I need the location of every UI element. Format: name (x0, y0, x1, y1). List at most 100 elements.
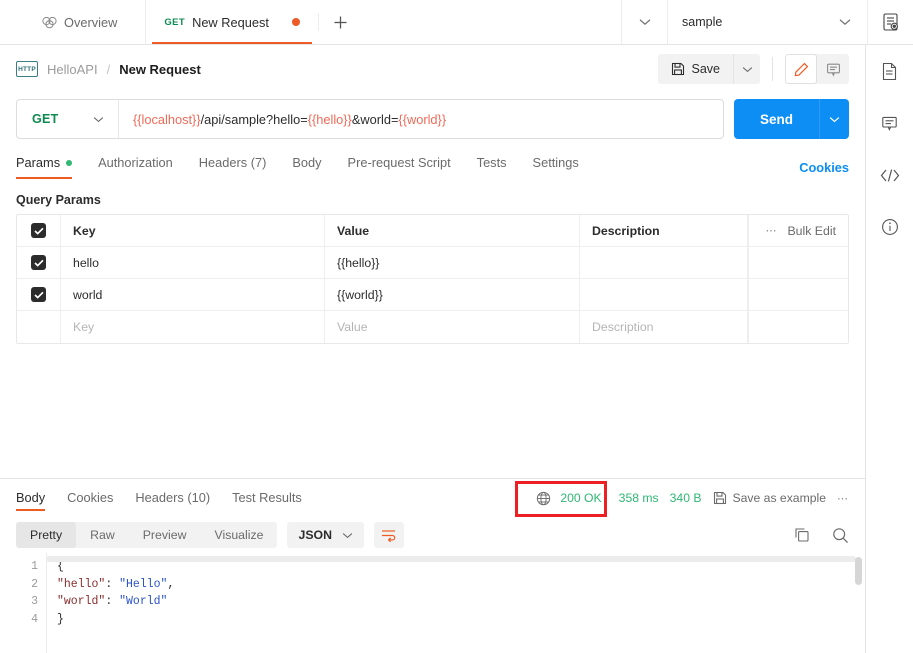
send-options-chevron-down-icon[interactable] (819, 99, 849, 139)
table-header-row: Key Value Description ⋯ Bulk Edit (17, 215, 848, 247)
tab-method-label: GET (164, 16, 186, 28)
postman-window: Overview GET New Request sample HTTP Hel… (0, 0, 913, 653)
request-tab-body[interactable]: Body (292, 155, 321, 179)
save-options-chevron-down-icon[interactable] (733, 54, 760, 84)
new-param-key-input[interactable]: Key (61, 311, 325, 343)
table-header-actions: ⋯ Bulk Edit (748, 215, 848, 246)
response-tab-cookies[interactable]: Cookies (67, 479, 113, 517)
status-badge: 200 OK (530, 488, 607, 509)
row-checkbox[interactable] (31, 287, 46, 302)
comment-mode-button[interactable] (817, 54, 849, 84)
request-tab-settings[interactable]: Settings (533, 155, 579, 179)
response-more-options-icon[interactable]: ⋯ (837, 492, 849, 505)
param-description-input[interactable] (580, 279, 748, 310)
bulk-edit-button[interactable]: Bulk Edit (787, 224, 836, 238)
send-button-group: Send (733, 99, 849, 139)
response-viewer-toolbar: Pretty Raw Preview Visualize JSON (0, 517, 865, 553)
table-row: world {{world}} (17, 279, 848, 311)
http-method-selector[interactable]: GET (17, 100, 119, 138)
row-actions-cell (748, 279, 848, 310)
request-tab-label: Settings (532, 155, 579, 170)
code-token: , (167, 577, 175, 591)
request-tab-pre-request-script[interactable]: Pre-request Script (348, 155, 451, 179)
response-view-mode-group: Pretty Raw Preview Visualize (16, 522, 278, 548)
breadcrumb-collection[interactable]: HelloAPI (47, 62, 98, 77)
tab-request-label: New Request (192, 14, 269, 30)
view-mode-preview[interactable]: Preview (129, 522, 201, 548)
url-variable: {{localhost}} (133, 111, 201, 127)
tab-bar-right: sample (621, 0, 913, 44)
response-time: 358 ms (618, 491, 659, 505)
code-vertical-scrollbar[interactable] (855, 557, 862, 585)
info-icon[interactable] (875, 213, 905, 241)
request-tab-label: Authorization (98, 155, 173, 170)
query-params-title: Query Params (16, 193, 101, 207)
main-panel: HTTP HelloAPI / New Request Save GET {{l… (0, 45, 865, 653)
request-tab-label: Tests (476, 155, 507, 170)
new-param-description-input[interactable]: Description (580, 311, 748, 343)
more-options-icon[interactable]: ⋯ (765, 224, 777, 237)
response-tab-test-results[interactable]: Test Results (232, 479, 302, 517)
query-params-rows: hello {{hello}} world {{world}} Key Value Desc… (17, 247, 848, 343)
select-all-checkbox[interactable] (31, 223, 46, 238)
param-value-input[interactable]: {{hello}} (325, 247, 580, 278)
response-body-viewer[interactable]: 1 2 3 4 { "hello": "Hello", "world": "World… (0, 553, 865, 653)
response-tab-headers-10[interactable]: Headers (10) (135, 479, 210, 517)
request-tab-params[interactable]: Params (16, 155, 73, 179)
new-tab-button[interactable] (319, 0, 363, 44)
save-as-example-button[interactable]: Save as example (713, 491, 826, 505)
row-actions-cell (748, 247, 848, 278)
save-icon (713, 491, 727, 505)
environment-quick-look-button[interactable] (867, 0, 913, 44)
request-tab-tests[interactable]: Tests (477, 155, 507, 179)
request-tab-label: Params (16, 155, 61, 170)
response-tab-body[interactable]: Body (16, 479, 46, 517)
pencil-icon (794, 62, 809, 77)
view-mode-raw[interactable]: Raw (76, 522, 129, 548)
view-mode-pretty[interactable]: Pretty (16, 522, 77, 548)
params-modified-dot (66, 159, 73, 166)
response-size: 340 B (669, 491, 702, 505)
copy-icon[interactable] (794, 527, 810, 543)
request-header: HTTP HelloAPI / New Request Save (0, 45, 865, 93)
edit-mode-button[interactable] (785, 54, 817, 84)
new-param-key-input-text: Key (73, 320, 95, 334)
request-tab-headers-7[interactable]: Headers (7) (199, 155, 267, 179)
word-wrap-toggle[interactable] (373, 522, 404, 548)
param-value-input[interactable]: {{world}} (325, 279, 580, 310)
param-value-text: {{hello}} (337, 255, 380, 270)
save-icon (671, 62, 685, 76)
save-button[interactable]: Save (657, 54, 733, 84)
search-icon[interactable] (832, 527, 849, 544)
url-input[interactable]: {{localhost}}/api/sample?hello={{hello}}… (119, 112, 723, 127)
breadcrumb-request-name[interactable]: New Request (119, 62, 201, 77)
request-header-actions: Save (657, 54, 849, 84)
code-horizontal-scrollbar[interactable] (46, 556, 856, 562)
view-mode-visualize[interactable]: Visualize (200, 522, 277, 548)
request-tab-authorization[interactable]: Authorization (98, 155, 173, 179)
comments-icon[interactable] (875, 109, 905, 137)
new-param-value-input[interactable]: Value (325, 311, 580, 343)
tab-new-request[interactable]: GET New Request (146, 0, 318, 44)
param-key-input[interactable]: world (61, 279, 325, 310)
edit-comment-toggle-group (785, 54, 849, 84)
line-number: 4 (31, 612, 38, 626)
request-tab-label: Headers (7) (198, 155, 267, 170)
code-line: } (57, 611, 865, 629)
tab-list-chevron-down-icon[interactable] (621, 0, 667, 44)
cookies-link[interactable]: Cookies (799, 160, 849, 175)
tab-overview[interactable]: Overview (0, 0, 147, 44)
response-format-selector[interactable]: JSON (287, 522, 364, 548)
param-key-input[interactable]: hello (61, 247, 325, 278)
column-header-value: Value (325, 215, 580, 246)
row-checkbox-cell (17, 311, 61, 343)
param-description-input[interactable] (580, 247, 748, 278)
send-button[interactable]: Send (733, 99, 819, 139)
code-snippet-icon[interactable] (875, 161, 905, 189)
row-checkbox[interactable] (31, 255, 46, 270)
documentation-icon[interactable] (875, 57, 905, 85)
environment-selector[interactable]: sample (667, 0, 867, 44)
url-input-group: GET {{localhost}}/api/sample?hello={{hel… (16, 99, 724, 139)
response-body-code[interactable]: { "hello": "Hello", "world": "World"} (46, 553, 865, 653)
response-format-value: JSON (298, 528, 332, 542)
